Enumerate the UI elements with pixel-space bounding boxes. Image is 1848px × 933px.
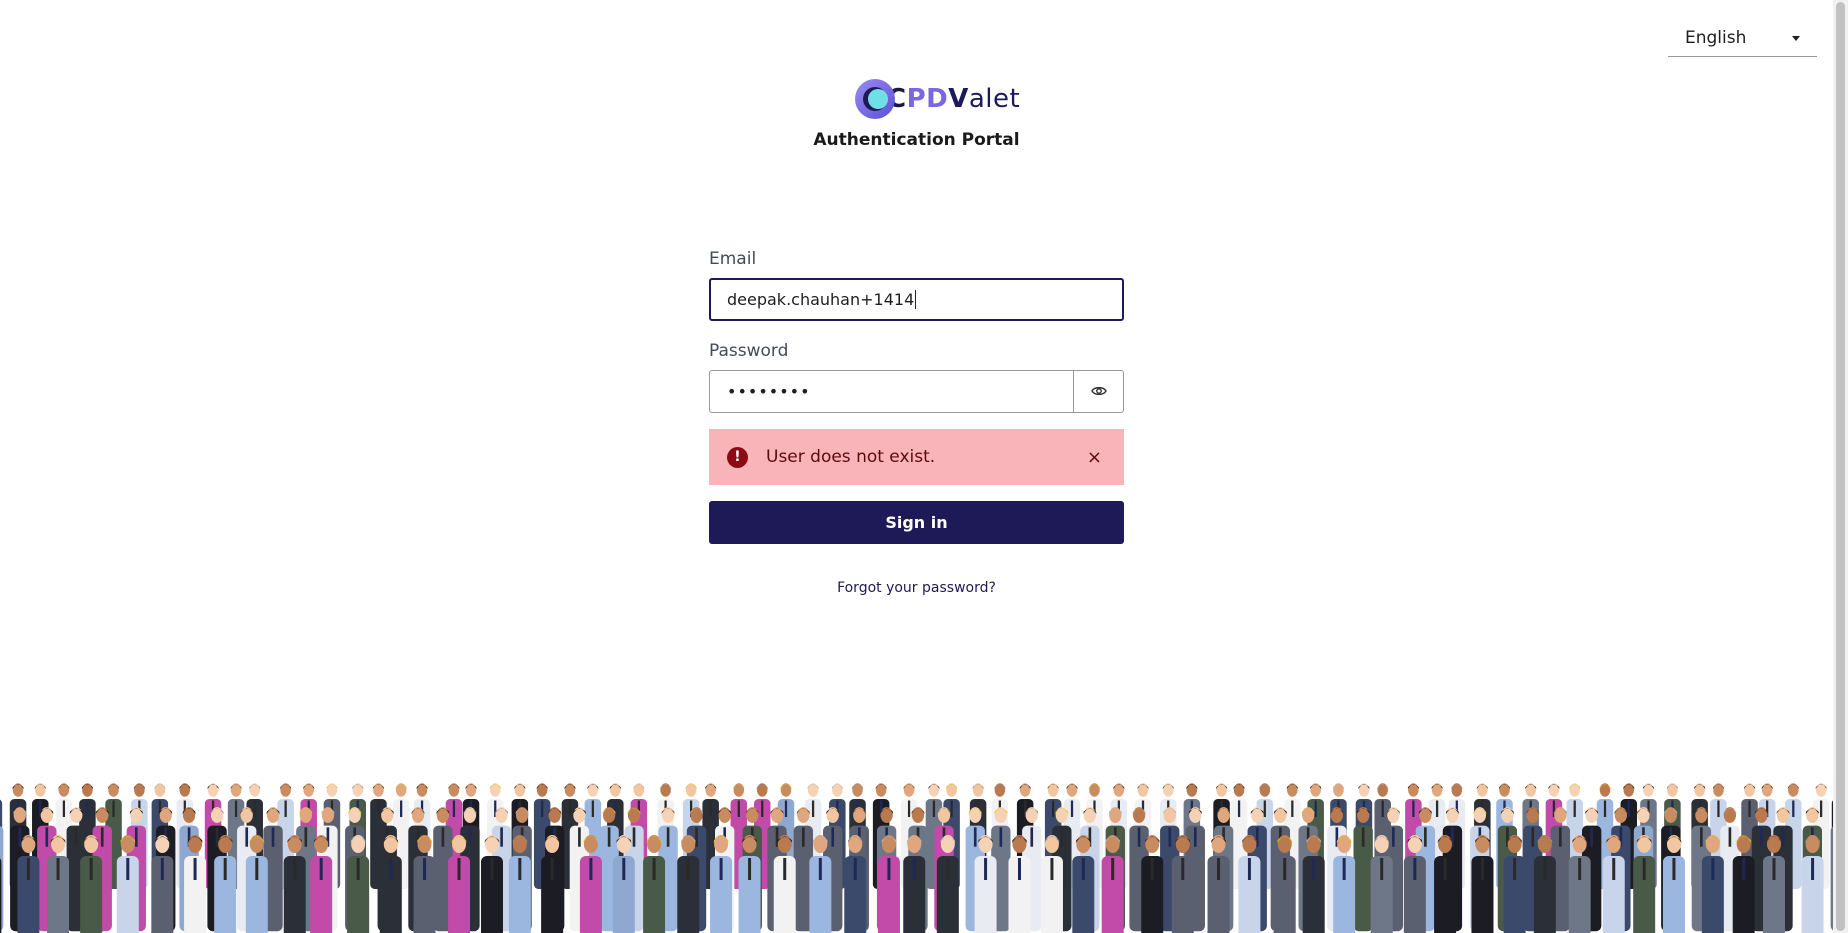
language-select-value: English <box>1685 28 1747 48</box>
scrollbar-thumb[interactable] <box>1836 2 1845 931</box>
password-row: •••••••• <box>709 370 1124 413</box>
logo-letter-v: V <box>948 84 969 114</box>
close-icon[interactable]: × <box>1087 447 1102 468</box>
show-password-button[interactable] <box>1074 370 1124 413</box>
password-field[interactable]: •••••••• <box>709 370 1074 413</box>
brand-wordmark: CPDValet <box>887 84 1020 114</box>
forgot-password-link[interactable]: Forgot your password? <box>0 580 1833 596</box>
logo-mark-icon <box>855 79 895 119</box>
email-field-value: deepak.chauhan+1414 <box>727 290 915 309</box>
error-alert: ! User does not exist. × <box>709 429 1124 485</box>
exclamation-circle-icon: ! <box>727 446 748 468</box>
password-label: Password <box>709 341 789 361</box>
email-label: Email <box>709 249 757 269</box>
brand-logo: CPDValet <box>855 79 1020 119</box>
error-message: User does not exist. <box>766 447 936 467</box>
crowd-illustration <box>0 770 1833 933</box>
sign-in-button[interactable]: Sign in <box>709 501 1124 544</box>
logo-letters-pd: PD <box>906 84 949 114</box>
language-select[interactable]: English <box>1668 20 1817 57</box>
logo-letters-alet: alet <box>968 84 1021 114</box>
vertical-scrollbar[interactable] <box>1833 0 1848 933</box>
caret-down-icon <box>1792 35 1800 41</box>
text-cursor <box>915 290 917 309</box>
login-form: Email deepak.chauhan+1414 Password •••••… <box>709 248 1124 544</box>
portal-title: Authentication Portal <box>813 130 1020 150</box>
email-field[interactable]: deepak.chauhan+1414 <box>709 278 1124 321</box>
eye-icon <box>1090 382 1107 401</box>
password-field-value: •••••••• <box>727 382 811 401</box>
